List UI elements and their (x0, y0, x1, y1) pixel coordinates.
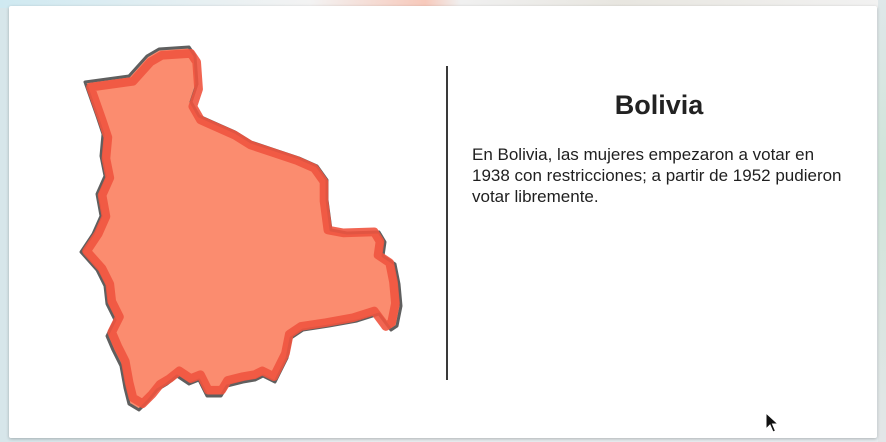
bolivia-map-icon (79, 45, 403, 412)
mouse-pointer-icon (765, 412, 779, 433)
description-text: En Bolivia, las mujeres empezaron a vota… (472, 145, 842, 206)
background-right-edge (878, 0, 886, 442)
vertical-divider (446, 66, 448, 380)
country-title: Bolivia (614, 90, 704, 120)
slide-card: Bolivia En Bolivia, las mujeres empezaro… (9, 6, 877, 438)
